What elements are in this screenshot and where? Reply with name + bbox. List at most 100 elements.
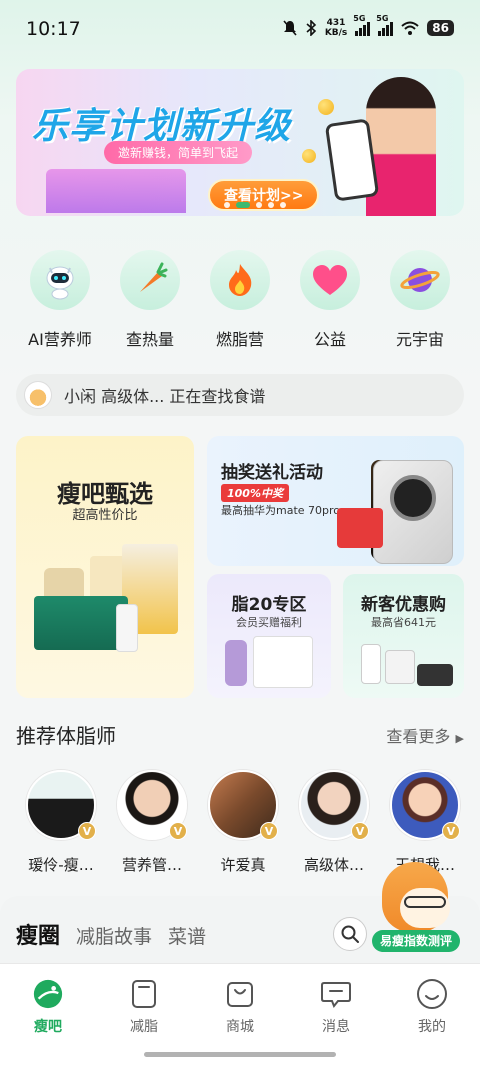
coach-card[interactable]: V 王想我… — [390, 770, 460, 875]
promo-card-new-customer[interactable]: 新客优惠购 最高省641元 — [343, 574, 464, 698]
quick-action-charity[interactable]: 公益 — [288, 250, 372, 350]
nav-item-home[interactable]: 瘦吧 — [0, 964, 96, 1067]
wifi-icon — [401, 21, 419, 35]
gift-icon — [337, 508, 383, 548]
feed-tabs: 瘦圈 减脂故事 菜谱 — [16, 918, 206, 950]
coach-card[interactable]: V 瑷伶-瘦… — [26, 770, 96, 875]
promo-badge: 100%中奖 — [221, 484, 289, 502]
smile-icon — [416, 978, 448, 1010]
signal-tag: 5G — [353, 14, 366, 23]
signal-icon: 5G — [376, 14, 394, 36]
ticker-text: 小闲 高级体... 正在查找食谱 — [64, 387, 266, 406]
promo-title: 脂20专区 — [231, 595, 307, 615]
quick-action-ai-nutritionist[interactable]: AI营养师 — [18, 250, 102, 350]
promo-subtitle: 会员买赠福利 — [236, 616, 302, 629]
fox-mascot-icon — [382, 862, 450, 932]
quick-action-label: 公益 — [313, 330, 346, 349]
chevron-right-icon: ▶ — [455, 732, 464, 745]
coach-card[interactable]: V 高级体… — [299, 770, 369, 875]
carousel-dot[interactable] — [268, 202, 274, 208]
promo-banner[interactable]: 乐享计划新升级 邀新赚钱，简单到飞起 查看计划>> — [16, 69, 464, 216]
robot-icon — [30, 250, 90, 310]
coin-decoration — [302, 149, 316, 163]
nav-label: 消息 — [322, 1019, 350, 1035]
promo-card-lottery[interactable]: 抽奖送礼活动 100%中奖 最高抽华为mate 70pro — [207, 436, 464, 566]
verified-badge: V — [260, 822, 278, 840]
quick-action-label: AI营养师 — [28, 330, 92, 349]
net-speed-unit: KB/s — [324, 28, 348, 38]
net-speed-value: 431 — [326, 18, 346, 28]
banner-subtitle: 邀新赚钱，简单到飞起 — [104, 141, 253, 164]
product-image — [34, 596, 128, 650]
quick-action-label: 查热量 — [125, 330, 174, 349]
promo-subtitle: 最高抽华为mate 70pro — [221, 504, 341, 517]
mute-icon — [283, 20, 297, 36]
nav-item-profile[interactable]: 我的 — [384, 964, 480, 1067]
coach-name: 高级体… — [303, 856, 364, 874]
quick-action-label: 元宇宙 — [395, 330, 444, 349]
planet-icon — [390, 250, 450, 310]
activity-ticker[interactable]: 小闲 高级体... 正在查找食谱 — [16, 374, 464, 416]
search-button[interactable] — [333, 917, 367, 951]
coach-name: 许爱真 — [220, 856, 266, 874]
carousel-dot[interactable] — [224, 202, 230, 208]
coach-name: 瑷伶-瘦… — [28, 856, 94, 874]
flame-icon — [210, 250, 270, 310]
verified-badge: V — [169, 822, 187, 840]
model-illustration — [366, 77, 436, 216]
carousel-dots[interactable] — [224, 202, 286, 208]
see-more-link[interactable]: 查看更多 ▶ — [386, 723, 464, 747]
fox-face — [400, 888, 450, 928]
slim-index-test-label: 易瘦指数测评 — [372, 930, 460, 952]
signal-tag: 5G — [376, 14, 389, 23]
tab-slim-circle[interactable]: 瘦圈 — [16, 918, 60, 950]
promo-title: 新客优惠购 — [361, 595, 446, 615]
nav-label: 瘦吧 — [34, 1019, 62, 1035]
quick-action-fat-burn-camp[interactable]: 燃脂营 — [198, 250, 282, 350]
verified-badge: V — [78, 822, 96, 840]
battery-indicator: 86 — [427, 20, 454, 36]
promo-subtitle: 超高性价比 — [72, 508, 138, 523]
quick-action-metaverse[interactable]: 元宇宙 — [378, 250, 462, 350]
bluetooth-icon — [306, 20, 316, 36]
status-time: 10:17 — [26, 18, 81, 40]
promo-subtitle: 最高省641元 — [371, 616, 436, 629]
verified-badge: V — [351, 822, 369, 840]
shop-illustration — [46, 169, 186, 213]
nav-label: 我的 — [418, 1019, 446, 1035]
coach-name: 营养管… — [121, 856, 182, 874]
product-image — [417, 664, 453, 686]
nav-label: 商城 — [226, 1019, 254, 1035]
glasses-icon — [404, 896, 446, 908]
promo-card-fat20[interactable]: 脂20专区 会员买赠福利 — [207, 574, 331, 698]
slim-index-test-button[interactable]: 易瘦指数测评 — [372, 862, 462, 952]
carousel-dot-active[interactable] — [236, 202, 250, 208]
notebook-icon — [128, 978, 160, 1010]
product-image — [253, 636, 313, 688]
heart-icon — [300, 250, 360, 310]
product-image — [116, 604, 138, 652]
message-icon — [320, 978, 352, 1010]
promo-title: 抽奖送礼活动 — [221, 463, 323, 483]
quick-actions: AI营养师 查热量 燃脂营 公益 元宇宙 — [16, 250, 464, 350]
signal-icon: 5G — [353, 14, 371, 36]
search-icon — [341, 925, 359, 943]
coach-card[interactable]: V 许爱真 — [208, 770, 278, 875]
carousel-dot[interactable] — [280, 202, 286, 208]
coach-card[interactable]: V 营养管… — [117, 770, 187, 875]
avatar — [24, 381, 52, 409]
promo-card-selection[interactable]: 瘦吧甄选 超高性价比 — [16, 436, 194, 698]
camera-illustration — [390, 475, 436, 521]
home-indicator[interactable] — [144, 1052, 336, 1057]
quick-action-calorie[interactable]: 查热量 — [108, 250, 192, 350]
section-title-coaches: 推荐体脂师 — [16, 724, 116, 748]
home-planet-icon — [32, 978, 64, 1010]
see-more-label: 查看更多 — [386, 727, 451, 746]
tab-recipes[interactable]: 菜谱 — [168, 922, 206, 949]
quick-action-label: 燃脂营 — [215, 330, 264, 349]
shopping-bag-icon — [224, 978, 256, 1010]
status-bar: 10:17 431 KB/s 5G 5G 86 — [0, 0, 480, 60]
carousel-dot[interactable] — [256, 202, 262, 208]
tab-fat-loss-stories[interactable]: 减脂故事 — [76, 922, 152, 949]
phone-image — [373, 460, 453, 564]
